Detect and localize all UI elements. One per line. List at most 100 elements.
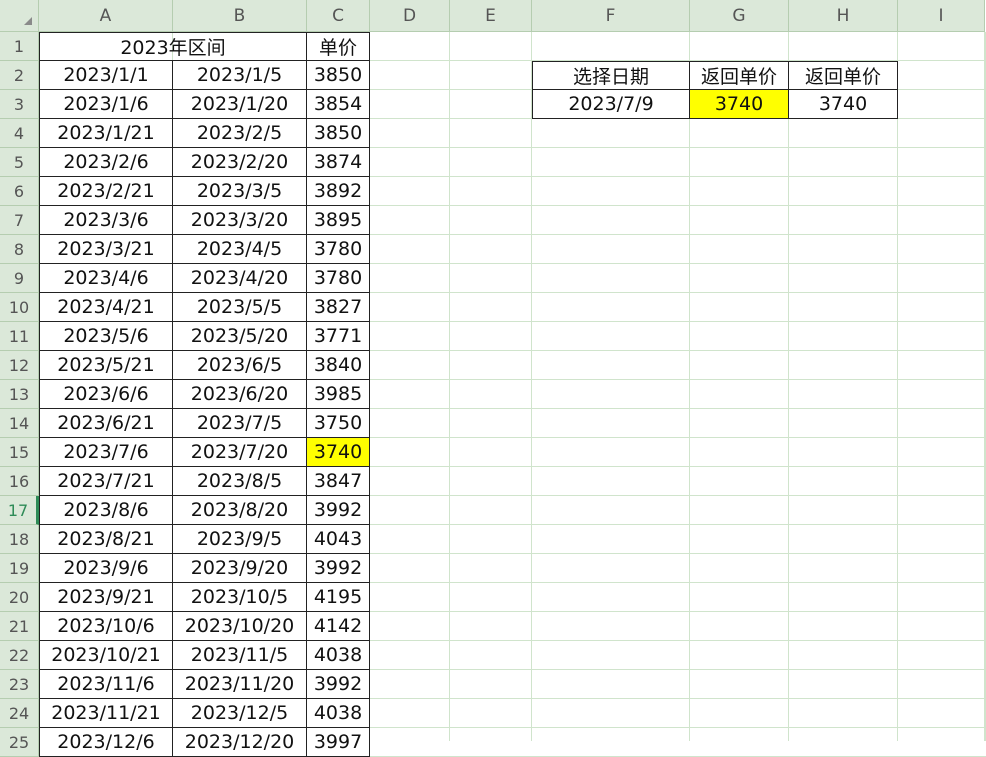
column-header-i[interactable]: I (898, 0, 985, 32)
row-header-6[interactable]: 6 (0, 177, 39, 206)
unit-price-cell[interactable]: 3992 (307, 554, 370, 583)
column-header-a[interactable]: A (39, 0, 173, 32)
start-date-cell[interactable]: 2023/7/21 (39, 467, 173, 496)
row-header-2[interactable]: 2 (0, 61, 39, 90)
row-header-5[interactable]: 5 (0, 148, 39, 177)
end-date-cell[interactable]: 2023/6/20 (173, 380, 307, 409)
unit-price-cell[interactable]: 3827 (307, 293, 370, 322)
end-date-cell[interactable]: 2023/2/5 (173, 119, 307, 148)
row-header-11[interactable]: 11 (0, 322, 39, 351)
start-date-cell[interactable]: 2023/1/1 (39, 61, 173, 90)
column-header-e[interactable]: E (450, 0, 532, 32)
unit-price-cell[interactable]: 3847 (307, 467, 370, 496)
start-date-cell[interactable]: 2023/5/21 (39, 351, 173, 380)
select-date-header[interactable]: 选择日期 (532, 61, 690, 90)
unit-price-cell[interactable]: 3992 (307, 496, 370, 525)
unit-price-cell[interactable]: 3874 (307, 148, 370, 177)
unit-price-cell[interactable]: 3895 (307, 206, 370, 235)
unit-price-cell[interactable]: 4195 (307, 583, 370, 612)
row-header-7[interactable]: 7 (0, 206, 39, 235)
start-date-cell[interactable]: 2023/3/6 (39, 206, 173, 235)
end-date-cell[interactable]: 2023/11/5 (173, 641, 307, 670)
end-date-cell[interactable]: 2023/11/20 (173, 670, 307, 699)
start-date-cell[interactable]: 2023/3/21 (39, 235, 173, 264)
unit-price-cell[interactable]: 3992 (307, 670, 370, 699)
unit-price-cell[interactable]: 3740 (307, 438, 370, 467)
start-date-cell[interactable]: 2023/12/6 (39, 728, 173, 757)
column-header-d[interactable]: D (370, 0, 450, 32)
start-date-cell[interactable]: 2023/4/6 (39, 264, 173, 293)
row-header-22[interactable]: 22 (0, 641, 39, 670)
unit-price-cell[interactable]: 3771 (307, 322, 370, 351)
unit-price-cell[interactable]: 3854 (307, 90, 370, 119)
end-date-cell[interactable]: 2023/7/5 (173, 409, 307, 438)
row-header-14[interactable]: 14 (0, 409, 39, 438)
unit-price-cell[interactable]: 4043 (307, 525, 370, 554)
start-date-cell[interactable]: 2023/9/6 (39, 554, 173, 583)
range-title-cell[interactable]: 2023年区间 (39, 32, 307, 61)
unit-price-cell[interactable]: 4038 (307, 699, 370, 728)
unit-price-cell[interactable]: 3997 (307, 728, 370, 757)
end-date-cell[interactable]: 2023/8/20 (173, 496, 307, 525)
end-date-cell[interactable]: 2023/3/20 (173, 206, 307, 235)
selected-date-cell[interactable]: 2023/7/9 (532, 90, 690, 119)
start-date-cell[interactable]: 2023/10/21 (39, 641, 173, 670)
end-date-cell[interactable]: 2023/2/20 (173, 148, 307, 177)
start-date-cell[interactable]: 2023/10/6 (39, 612, 173, 641)
start-date-cell[interactable]: 2023/1/21 (39, 119, 173, 148)
end-date-cell[interactable]: 2023/4/5 (173, 235, 307, 264)
start-date-cell[interactable]: 2023/6/6 (39, 380, 173, 409)
unit-price-cell[interactable]: 4142 (307, 612, 370, 641)
end-date-cell[interactable]: 2023/3/5 (173, 177, 307, 206)
row-header-10[interactable]: 10 (0, 293, 39, 322)
unit-price-cell[interactable]: 3850 (307, 119, 370, 148)
row-header-18[interactable]: 18 (0, 525, 39, 554)
row-header-4[interactable]: 4 (0, 119, 39, 148)
row-header-16[interactable]: 16 (0, 467, 39, 496)
row-header-19[interactable]: 19 (0, 554, 39, 583)
return-price-result-2[interactable]: 3740 (789, 90, 898, 119)
end-date-cell[interactable]: 2023/10/5 (173, 583, 307, 612)
start-date-cell[interactable]: 2023/1/6 (39, 90, 173, 119)
end-date-cell[interactable]: 2023/5/5 (173, 293, 307, 322)
column-header-c[interactable]: C (307, 0, 370, 32)
end-date-cell[interactable]: 2023/1/20 (173, 90, 307, 119)
end-date-cell[interactable]: 2023/4/20 (173, 264, 307, 293)
end-date-cell[interactable]: 2023/7/20 (173, 438, 307, 467)
end-date-cell[interactable]: 2023/5/20 (173, 322, 307, 351)
unit-price-cell[interactable]: 3850 (307, 61, 370, 90)
start-date-cell[interactable]: 2023/9/21 (39, 583, 173, 612)
start-date-cell[interactable]: 2023/2/21 (39, 177, 173, 206)
row-header-9[interactable]: 9 (0, 264, 39, 293)
unit-price-cell[interactable]: 3780 (307, 235, 370, 264)
end-date-cell[interactable]: 2023/9/20 (173, 554, 307, 583)
end-date-cell[interactable]: 2023/12/20 (173, 728, 307, 757)
column-header-g[interactable]: G (690, 0, 789, 32)
row-header-12[interactable]: 12 (0, 351, 39, 380)
start-date-cell[interactable]: 2023/5/6 (39, 322, 173, 351)
row-header-13[interactable]: 13 (0, 380, 39, 409)
return-price-header-2[interactable]: 返回单价 (789, 61, 898, 90)
row-header-20[interactable]: 20 (0, 583, 39, 612)
column-header-h[interactable]: H (789, 0, 898, 32)
start-date-cell[interactable]: 2023/11/6 (39, 670, 173, 699)
select-all-corner[interactable] (0, 0, 39, 32)
start-date-cell[interactable]: 2023/6/21 (39, 409, 173, 438)
column-header-f[interactable]: F (532, 0, 690, 32)
row-header-25[interactable]: 25 (0, 728, 39, 757)
row-header-8[interactable]: 8 (0, 235, 39, 264)
start-date-cell[interactable]: 2023/4/21 (39, 293, 173, 322)
unit-price-cell[interactable]: 3892 (307, 177, 370, 206)
unit-price-cell[interactable]: 3780 (307, 264, 370, 293)
row-header-15[interactable]: 15 (0, 438, 39, 467)
row-header-1[interactable]: 1 (0, 32, 39, 61)
end-date-cell[interactable]: 2023/12/5 (173, 699, 307, 728)
end-date-cell[interactable]: 2023/8/5 (173, 467, 307, 496)
return-price-result[interactable]: 3740 (690, 90, 789, 119)
return-price-header[interactable]: 返回单价 (690, 61, 789, 90)
price-title-cell[interactable]: 单价 (307, 32, 370, 61)
start-date-cell[interactable]: 2023/8/21 (39, 525, 173, 554)
end-date-cell[interactable]: 2023/10/20 (173, 612, 307, 641)
end-date-cell[interactable]: 2023/9/5 (173, 525, 307, 554)
start-date-cell[interactable]: 2023/7/6 (39, 438, 173, 467)
